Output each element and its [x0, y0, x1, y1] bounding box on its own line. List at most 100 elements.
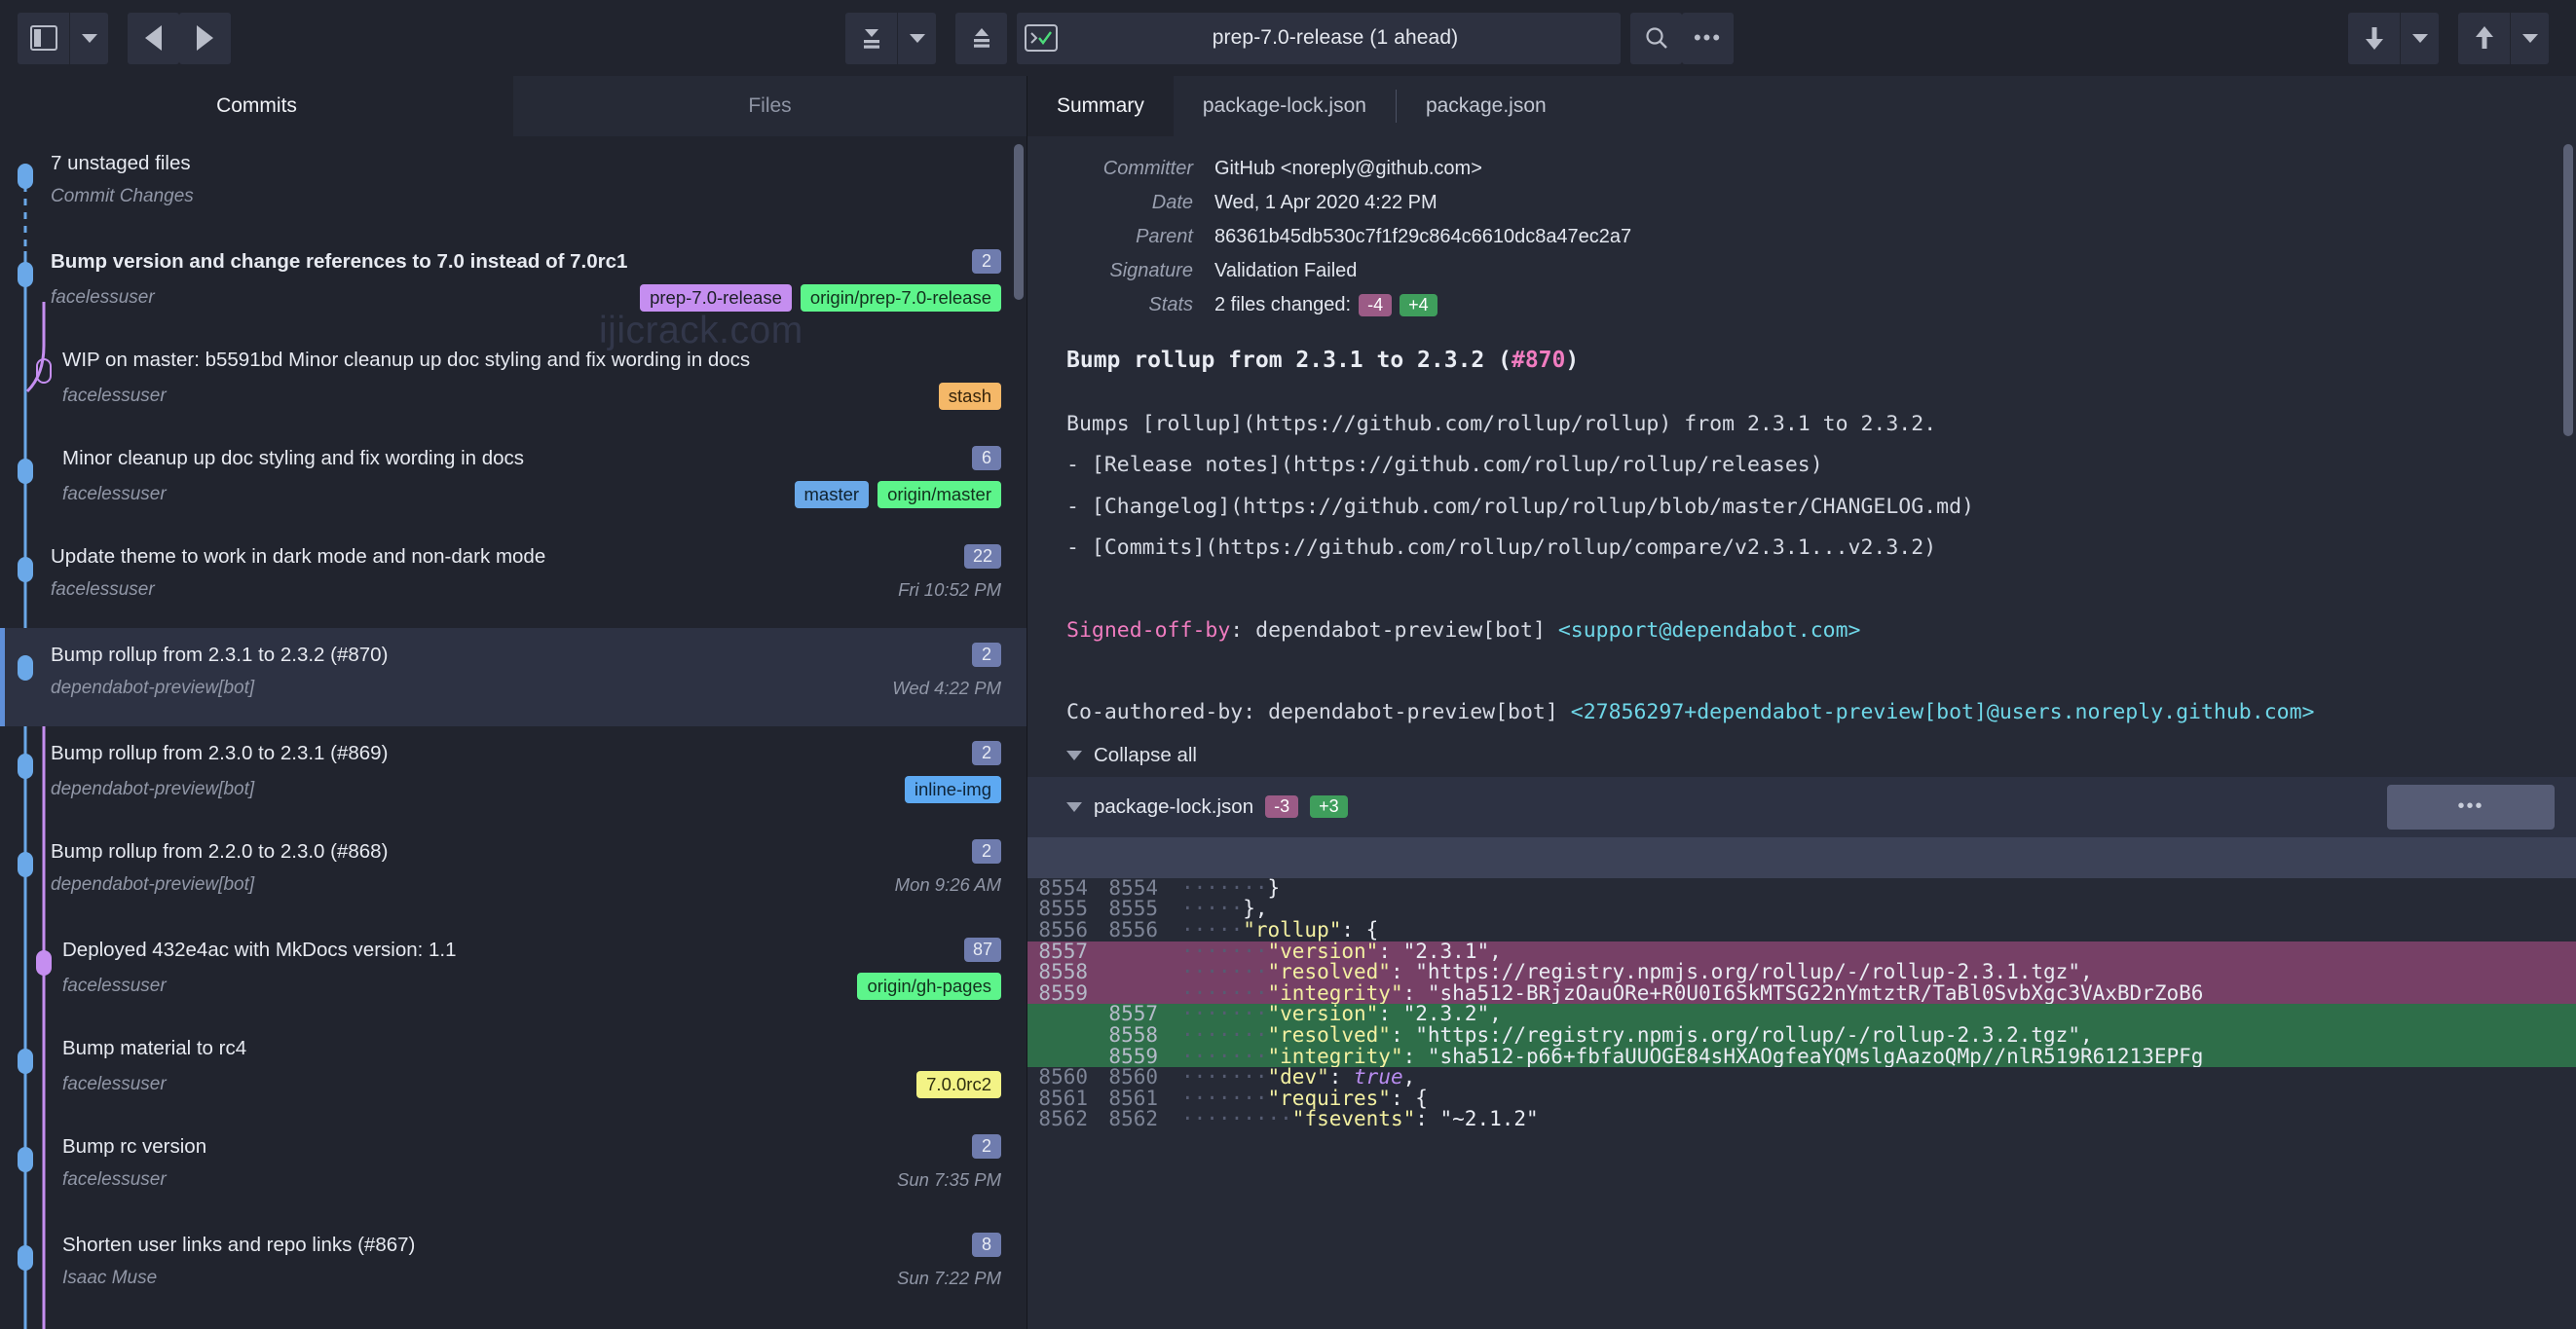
commit-author: facelessuser	[62, 1169, 167, 1190]
diff-line[interactable]: 8561 8561 ·······"requires": {	[1027, 1088, 2576, 1110]
diff-old-lineno: 8556	[1038, 917, 1088, 941]
sidebar-toggle-group	[18, 12, 108, 64]
chevron-down-icon	[1066, 801, 1082, 812]
commit-author: facelessuser	[51, 287, 155, 308]
sidebar-dropdown-button[interactable]	[69, 12, 108, 64]
diff-line-deleted[interactable]: 8558 ·······"resolved": "https://registr…	[1027, 962, 2576, 983]
sidebar-toggle-button[interactable]	[18, 12, 69, 64]
fetch-button[interactable]	[2348, 12, 2400, 64]
diff-code: ·······"version": "2.3.1",	[1168, 941, 2576, 963]
commit-message-coauthored: Co-authored-by: dependabot-preview[bot] …	[1066, 692, 2576, 733]
commit-date: Sun 7:35 PM	[897, 1169, 1001, 1190]
commit-row[interactable]: 2 Bump rc version facelessuser Sun 7:35 …	[0, 1120, 1027, 1218]
panel-icon	[29, 25, 57, 51]
tab-package-lock-json[interactable]: package-lock.json	[1174, 76, 1396, 136]
push-toolbar-dropdown-button[interactable]	[2510, 12, 2549, 64]
signed-off-email[interactable]: <support@dependabot.com>	[1558, 618, 1861, 643]
diff-old-lineno	[1027, 1025, 1098, 1047]
diff-line[interactable]: 8555 8555 ·····},	[1027, 899, 2576, 920]
branch-badge-remote[interactable]: origin/prep-7.0-release	[800, 284, 1001, 312]
signed-off-rest: : dependabot-preview[bot]	[1230, 617, 1558, 643]
meta-value-parent[interactable]: 86361b45db530c7f1f29c864c6610dc8a47ec2a7	[1214, 226, 1631, 248]
file-header-package-lock-json[interactable]: package-lock.json -3 +3 •••	[1027, 776, 2576, 837]
search-button[interactable]	[1630, 12, 1682, 64]
commit-row[interactable]: 7 unstaged files Commit Changes	[0, 136, 1027, 235]
pull-dropdown-button[interactable]	[897, 12, 936, 64]
fetch-dropdown-button[interactable]	[2400, 12, 2439, 64]
chevron-down-icon	[81, 33, 97, 43]
file-more-button[interactable]: •••	[2387, 784, 2555, 830]
commit-row[interactable]: 22 Update theme to work in dark mode and…	[0, 530, 1027, 628]
commit-author: dependabot-preview[bot]	[51, 678, 255, 698]
commit-row[interactable]: 87 Deployed 432e4ac with MkDocs version:…	[0, 923, 1027, 1021]
branch-badge-local[interactable]: prep-7.0-release	[640, 284, 792, 312]
tab-summary-label: Summary	[1057, 94, 1144, 117]
commit-row[interactable]: 2 Bump rollup from 2.3.0 to 2.3.1 (#869)…	[0, 726, 1027, 825]
diff-line[interactable]: 8556 8556 ·····"rollup": {	[1027, 917, 2576, 941]
commit-message-title: Bump rollup from 2.3.1 to 2.3.2 (#870)	[1066, 348, 2576, 373]
meta-label: Signature	[1109, 260, 1193, 281]
commit-list-scroll[interactable]: ijicrack.com 7 unstaged files Commit Cha…	[0, 136, 1027, 1329]
tab-summary[interactable]: Summary	[1027, 76, 1174, 136]
commit-row[interactable]: 8 Shorten user links and repo links (#86…	[0, 1218, 1027, 1316]
diff-view[interactable]: 8554 8554 ·······} 8555 8555 ·····}, 855…	[1027, 877, 2576, 1130]
diff-line-deleted[interactable]: 8559 ·······"integrity": "sha512-BRjzOau…	[1027, 982, 2576, 1005]
diff-line[interactable]: 8554 8554 ·······}	[1027, 877, 2576, 900]
branch-badge-remote[interactable]: origin/master	[877, 481, 1001, 508]
meta-value-committer: GitHub <noreply@github.com>	[1214, 158, 1482, 179]
tab-package-json[interactable]: package.json	[1397, 76, 1576, 136]
commit-file-count: 2	[972, 839, 1001, 864]
push-toolbar-button[interactable]	[2458, 12, 2510, 64]
back-button[interactable]	[128, 12, 179, 64]
stash-badge[interactable]: stash	[938, 383, 1001, 410]
commit-author: facelessuser	[62, 386, 167, 406]
arrow-down-icon	[2365, 27, 2383, 50]
graph-node	[18, 262, 33, 287]
push-button[interactable]	[955, 12, 1007, 64]
diff-code-text: : "sha512-p66+fbfaUUOGE84sHXAOgfeaYQMslg…	[1402, 1046, 2204, 1068]
detail-scrollbar[interactable]	[2563, 144, 2573, 436]
diff-hunk-header	[1027, 836, 2576, 878]
toolbar: prep-7.0-release (1 ahead) •••	[0, 0, 2576, 76]
branch-field[interactable]: prep-7.0-release (1 ahead)	[1017, 12, 1621, 64]
branch-badge-remote[interactable]: origin/gh-pages	[857, 973, 1001, 1000]
more-options-button[interactable]: •••	[1682, 12, 1734, 64]
commit-author: dependabot-preview[bot]	[51, 874, 255, 895]
commit-author: facelessuser	[51, 579, 155, 600]
commit-row[interactable]: 2 Bump rollup from 2.2.0 to 2.3.0 (#868)…	[0, 825, 1027, 923]
commit-row[interactable]: 2 Bump version and change references to …	[0, 235, 1027, 333]
commit-row-selected[interactable]: 2 Bump rollup from 2.3.1 to 2.3.2 (#870)…	[0, 628, 1027, 726]
commit-refs: stash	[938, 383, 1001, 410]
branch-name-value: prep-7.0-release (1 ahead)	[1212, 26, 1459, 49]
diff-code-text: : {	[1341, 919, 1379, 941]
diff-json-key: "requires"	[1267, 1088, 1391, 1110]
diff-code: ·······"resolved": "https://registry.npm…	[1168, 962, 2576, 983]
diff-line-added[interactable]: 8557 ·······"version": "2.3.2",	[1027, 1004, 2576, 1025]
forward-button[interactable]	[179, 12, 231, 64]
push-up-icon	[973, 28, 989, 48]
diff-code-text: : "2.3.2",	[1378, 1004, 1502, 1025]
diff-code-text: }	[1267, 877, 1281, 900]
diff-line[interactable]: 8562 8562 ·········"fsevents": "~2.1.2"	[1027, 1109, 2576, 1130]
tab-files[interactable]: Files	[513, 76, 1027, 136]
commit-row[interactable]: WIP on master: b5591bd Minor cleanup up …	[0, 333, 1027, 431]
diff-line-added[interactable]: 8559 ·······"integrity": "sha512-p66+fbf…	[1027, 1046, 2576, 1068]
commit-message-issue-link[interactable]: #870	[1512, 348, 1565, 373]
commit-row[interactable]: Bump material to rc4 facelessuser 7.0.0r…	[0, 1021, 1027, 1120]
branch-badge-local[interactable]: master	[794, 481, 870, 508]
coauthor-email[interactable]: <27856297+dependabot-preview[bot]@users.…	[1571, 700, 2315, 724]
diff-line[interactable]: 8560 8560 ·······"dev": true,	[1027, 1066, 2576, 1089]
collapse-all-button[interactable]: Collapse all	[1027, 734, 2576, 777]
diff-json-key: "version"	[1267, 1004, 1379, 1025]
diff-line-deleted[interactable]: 8557 ·······"version": "2.3.1",	[1027, 941, 2576, 963]
diff-code-text: : "~2.1.2"	[1415, 1109, 1539, 1130]
graph-node	[18, 852, 33, 877]
tag-badge[interactable]: 7.0.0rc2	[916, 1071, 1001, 1098]
commit-row[interactable]: 6 Minor cleanup up doc styling and fix w…	[0, 431, 1027, 530]
tab-commits[interactable]: Commits	[0, 76, 513, 136]
diff-line-added[interactable]: 8558 ·······"resolved": "https://registr…	[1027, 1024, 2576, 1047]
branch-badge-local[interactable]: inline-img	[904, 776, 1001, 803]
pull-button[interactable]	[845, 12, 897, 64]
detail-body[interactable]: Committer GitHub <noreply@github.com> Da…	[1027, 136, 2576, 1329]
meta-value-signature: Validation Failed	[1214, 260, 1358, 281]
